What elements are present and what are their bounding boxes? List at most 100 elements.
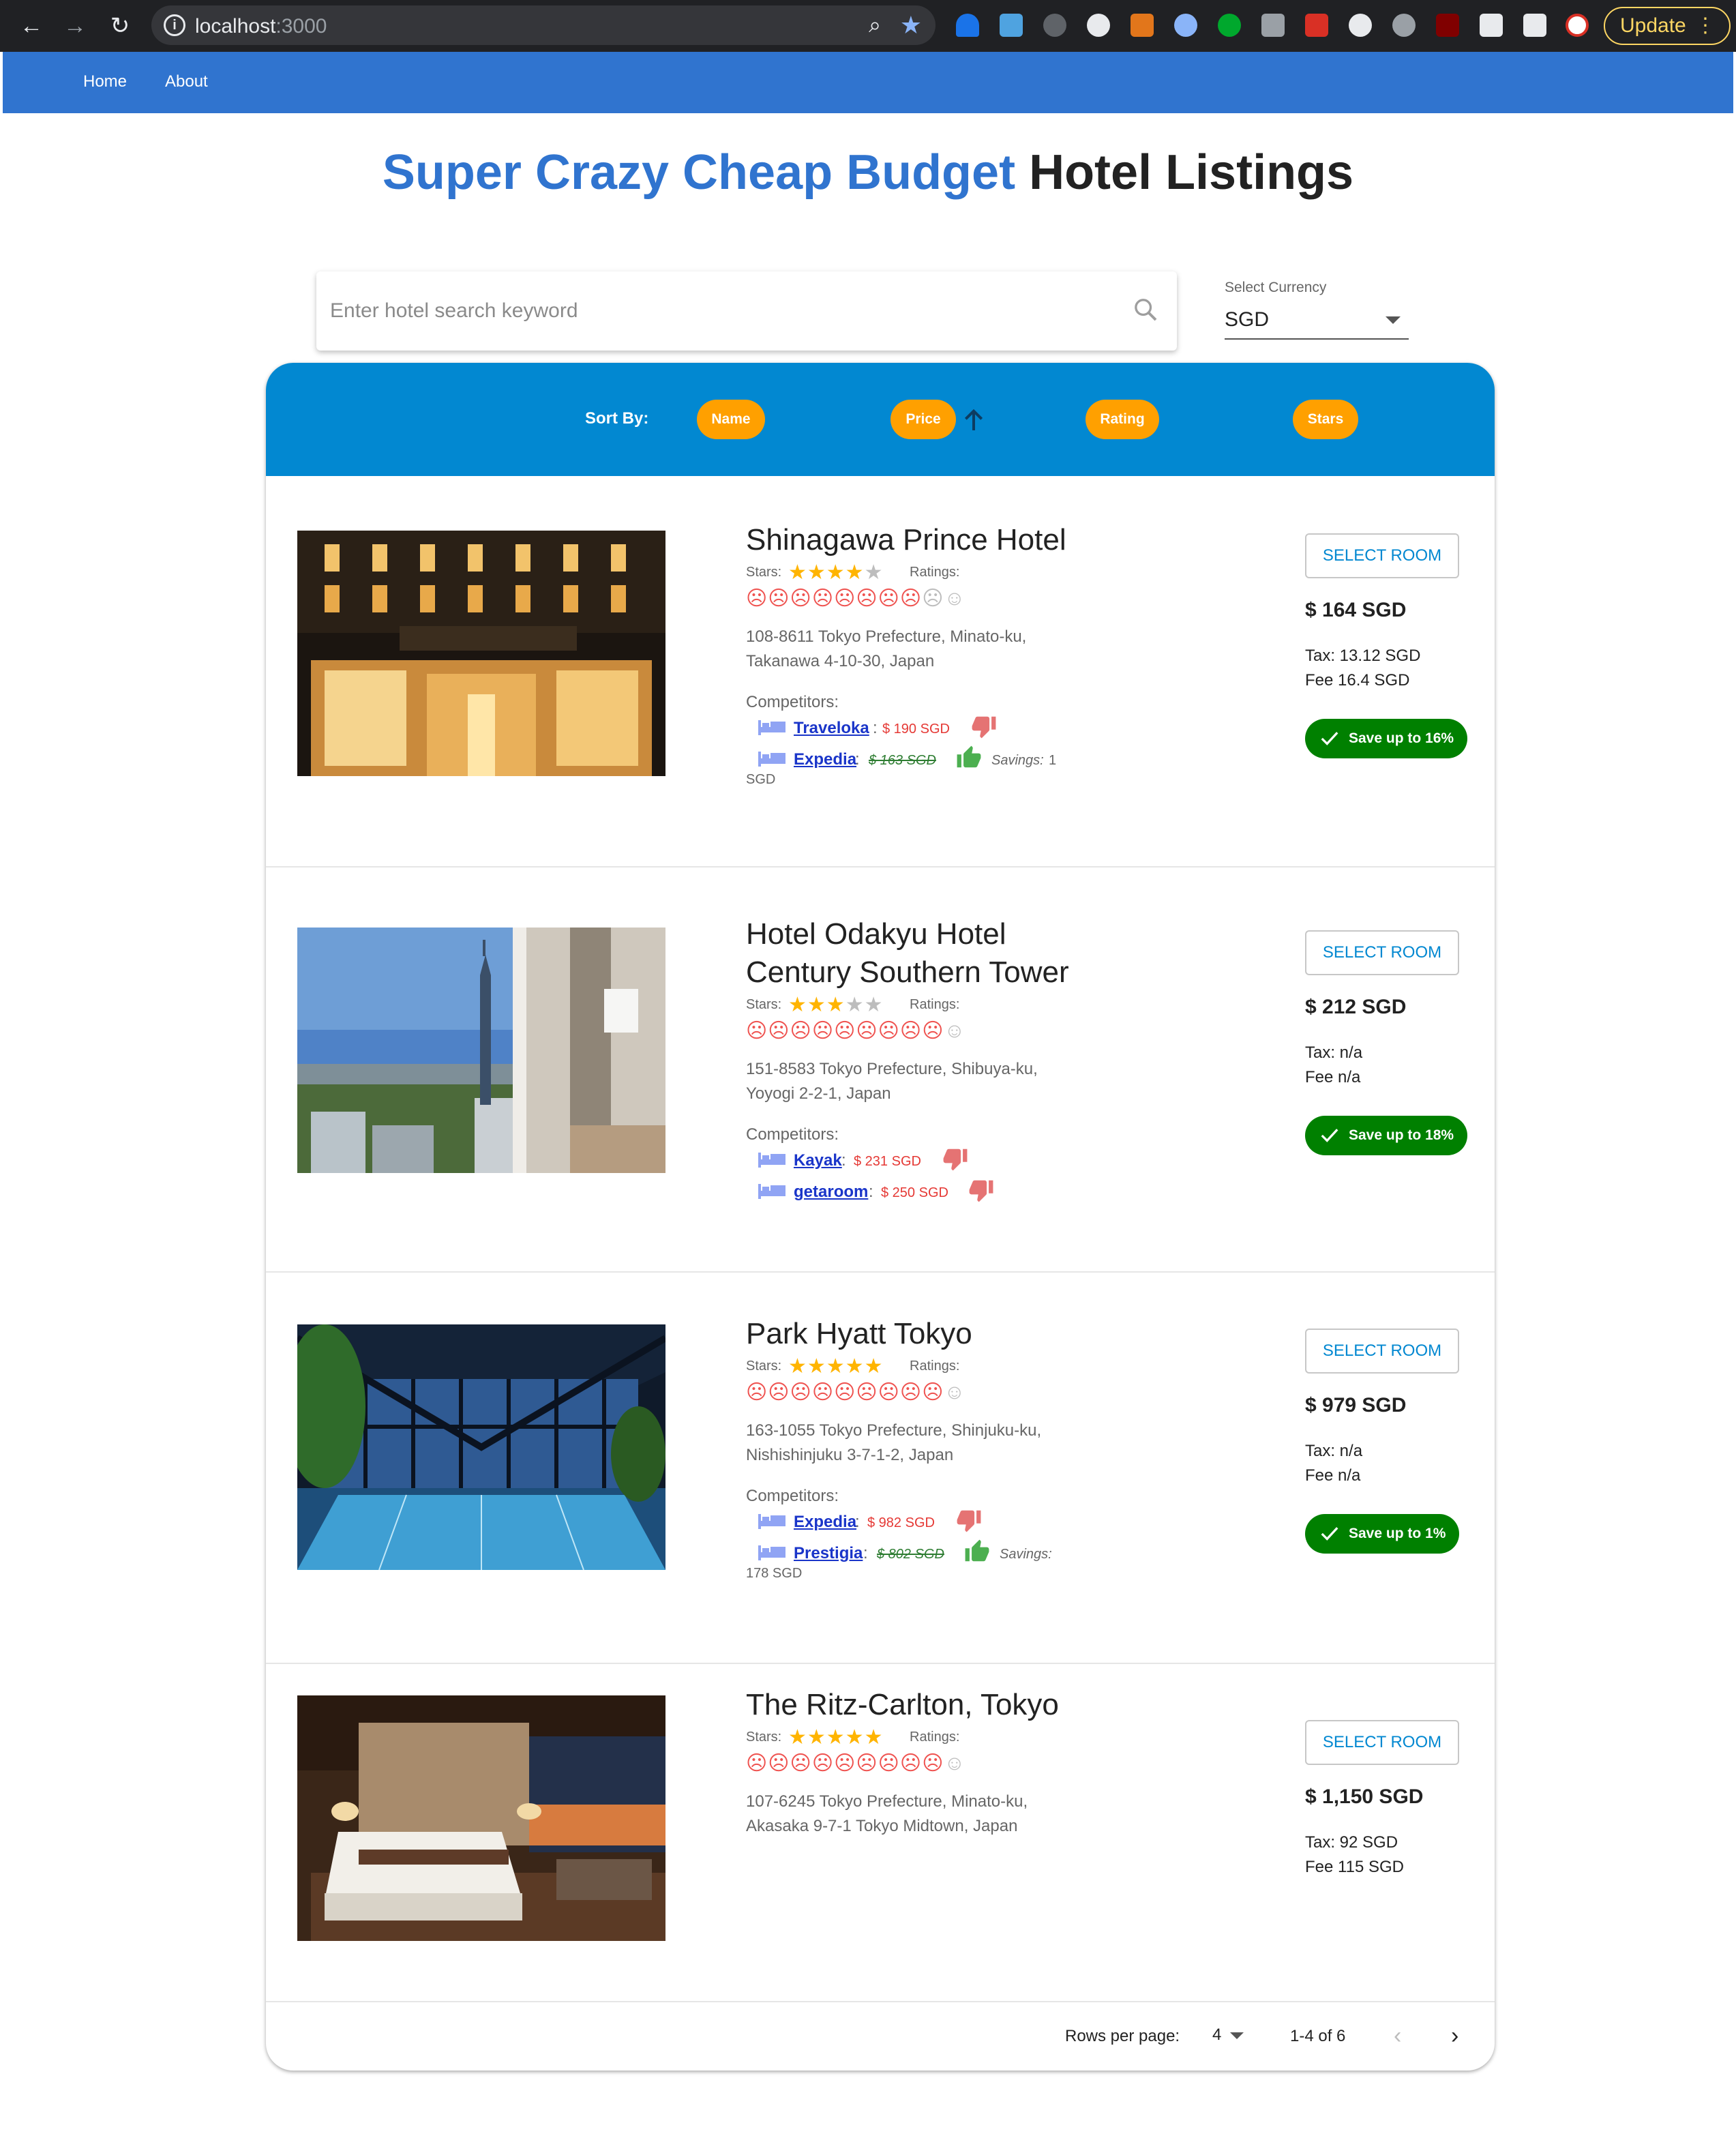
hotel-row: The Ritz-Carlton, Tokyo Stars: ★★★★★ Rat…: [266, 1664, 1495, 2002]
extension-target-icon[interactable]: [1392, 14, 1416, 37]
nav-about-link[interactable]: About: [165, 72, 208, 91]
hotel-price: $ 979 SGD: [1305, 1394, 1407, 1416]
stars-label: Stars:: [746, 1730, 782, 1745]
competitors-label: Competitors:: [746, 1487, 839, 1505]
hotel-actions: SELECT ROOM $ 164 SGD Tax: 13.12 SGD Fee …: [1305, 533, 1469, 758]
hotel-price: $ 164 SGD: [1305, 599, 1407, 621]
check-icon: [1321, 1129, 1338, 1142]
reload-icon[interactable]: ↻: [104, 10, 136, 42]
dropdown-caret-icon[interactable]: [1230, 2032, 1244, 2039]
sort-chip-name[interactable]: Name: [697, 400, 765, 439]
rows-per-page-select[interactable]: 4: [1212, 2026, 1221, 2045]
ublock-icon[interactable]: [1436, 14, 1459, 37]
nav-home-link[interactable]: Home: [83, 72, 127, 91]
select-room-button[interactable]: SELECT ROOM: [1305, 930, 1459, 975]
profile-avatar[interactable]: [1566, 14, 1589, 37]
competitor-price: $ 802 SGD: [877, 1547, 944, 1562]
competitor-price: $ 163 SGD: [869, 753, 936, 768]
tax-fee: Tax: 92 SGD Fee 115 SGD: [1305, 1833, 1404, 1876]
extension-v-icon[interactable]: [1261, 14, 1285, 37]
sort-chip-price[interactable]: Price: [891, 400, 956, 439]
ratings-label: Ratings:: [910, 1359, 960, 1374]
competitor-link[interactable]: getaroom: [794, 1183, 868, 1202]
page-title: Super Crazy Cheap Budget Hotel Listings: [382, 145, 1354, 200]
address-bar[interactable]: i localhost:3000 ⌕ ★: [151, 5, 936, 45]
guest-rating-faces: ☹☹☹☹☹☹☹☹☹☺: [746, 1381, 966, 1404]
hotel-row: Shinagawa Prince Hotel Stars: ★★★★★ Rati…: [266, 476, 1495, 867]
search-input[interactable]: [330, 292, 1080, 330]
site-info-icon[interactable]: i: [164, 14, 185, 36]
check-icon: [1321, 732, 1338, 745]
menu-dots-icon[interactable]: ⋮: [1695, 8, 1716, 44]
competitor-row: Expedia: $ 163 SGD Savings: 1: [746, 743, 1101, 775]
hotel-actions: SELECT ROOM $ 212 SGD Tax: n/a Fee n/a Sa…: [1305, 930, 1469, 1155]
browser-toolbar: ← → ↻ i localhost:3000 ⌕ ★ Update ⋮: [0, 0, 1736, 52]
hotel-info: Hotel Odakyu Hotel Century Southern Tower…: [746, 915, 1101, 1207]
competitor-row: Expedia: $ 982 SGD: [746, 1506, 1101, 1537]
competitor-link[interactable]: Traveloka: [794, 719, 869, 738]
hotel-photo-ritz-carlton: [297, 1695, 665, 1941]
extension-circle-icon[interactable]: [1087, 14, 1110, 37]
evernote-icon[interactable]: [1218, 14, 1241, 37]
save-badge: Save up to 18%: [1305, 1116, 1468, 1155]
rows-per-page-label: Rows per page:: [1065, 2027, 1180, 2045]
extension-image-icon[interactable]: [1000, 14, 1023, 37]
check-icon: [1321, 1527, 1338, 1541]
app-navbar: Home About: [3, 52, 1733, 113]
select-room-button[interactable]: SELECT ROOM: [1305, 1720, 1459, 1765]
next-page-icon[interactable]: ›: [1451, 2023, 1458, 2049]
savings-value: 1: [1049, 753, 1057, 768]
competitor-link[interactable]: Expedia: [794, 1513, 856, 1532]
hotel-name: Shinagawa Prince Hotel: [746, 523, 1066, 557]
competitor-row: getaroom: $ 250 SGD: [746, 1176, 1101, 1207]
metamask-icon[interactable]: [1131, 14, 1154, 37]
search-icon[interactable]: [1132, 296, 1159, 323]
hotel-price: $ 212 SGD: [1305, 996, 1407, 1018]
hotel-photo-odakyu: [297, 928, 665, 1173]
stars-label: Stars:: [746, 565, 782, 580]
sort-ascending-arrow-icon[interactable]: [960, 405, 987, 435]
competitor-row: Prestigia: $ 802 SGD Savings:: [746, 1537, 1101, 1569]
hotel-info: Park Hyatt Tokyo Stars: ★★★★★ Ratings: ☹…: [746, 1315, 1101, 1582]
forward-icon[interactable]: →: [59, 10, 91, 42]
reading-list-icon[interactable]: [1523, 14, 1546, 37]
select-room-button[interactable]: SELECT ROOM: [1305, 1329, 1459, 1374]
back-icon[interactable]: ←: [15, 10, 48, 42]
star-rating: ★★★★★: [788, 1726, 884, 1749]
github-icon[interactable]: [1349, 14, 1372, 37]
competitor-price: $ 250 SGD: [881, 1185, 948, 1200]
page-range: 1-4 of 6: [1290, 2027, 1346, 2045]
sort-chip-rating[interactable]: Rating: [1086, 400, 1159, 439]
currency-select[interactable]: Select Currency SGD: [1225, 280, 1409, 340]
competitor-link[interactable]: Prestigia: [794, 1544, 863, 1563]
bed-icon: [758, 1184, 785, 1199]
competitor-link[interactable]: Kayak: [794, 1151, 842, 1170]
sort-chip-stars[interactable]: Stars: [1293, 400, 1358, 439]
competitors-label: Competitors:: [746, 1125, 839, 1144]
stars-label: Stars:: [746, 1359, 782, 1374]
guest-rating-faces: ☹☹☹☹☹☹☹☹☹☺: [746, 587, 966, 610]
previous-page-icon[interactable]: ‹: [1394, 2023, 1401, 2049]
bed-icon: [758, 1514, 785, 1529]
pagination: Rows per page: 4 1-4 of 6 ‹ ›: [266, 2002, 1495, 2071]
competitors-label: Competitors:: [746, 693, 839, 711]
sort-bar: Sort By: Name Price Rating Stars: [266, 363, 1495, 476]
zoom-icon[interactable]: ⌕: [869, 12, 881, 38]
savings-label: Savings:: [1000, 1547, 1052, 1562]
hotel-listing-panel: Sort By: Name Price Rating Stars Shinaga…: [266, 363, 1495, 2071]
ratings-label: Ratings:: [910, 997, 960, 1012]
extension-cloud-icon[interactable]: [1043, 14, 1066, 37]
extensions-puzzle-icon[interactable]: [1480, 14, 1503, 37]
bookmark-star-icon[interactable]: ★: [900, 11, 922, 40]
thumbs-down-icon: [943, 1148, 968, 1171]
extension-o-icon[interactable]: [1174, 14, 1197, 37]
extension-diamond-icon[interactable]: [956, 14, 979, 37]
update-button[interactable]: Update ⋮: [1604, 7, 1731, 45]
hotel-name: Hotel Odakyu Hotel Century Southern Tower: [746, 917, 1069, 989]
competitor-link[interactable]: Expedia: [794, 750, 856, 769]
competitor-row: Kayak: $ 231 SGD: [746, 1144, 1101, 1176]
thumbs-up-icon: [965, 1539, 989, 1562]
thumbs-down-icon: [957, 1510, 981, 1532]
select-room-button[interactable]: SELECT ROOM: [1305, 533, 1459, 578]
extension-red-icon[interactable]: [1305, 14, 1328, 37]
